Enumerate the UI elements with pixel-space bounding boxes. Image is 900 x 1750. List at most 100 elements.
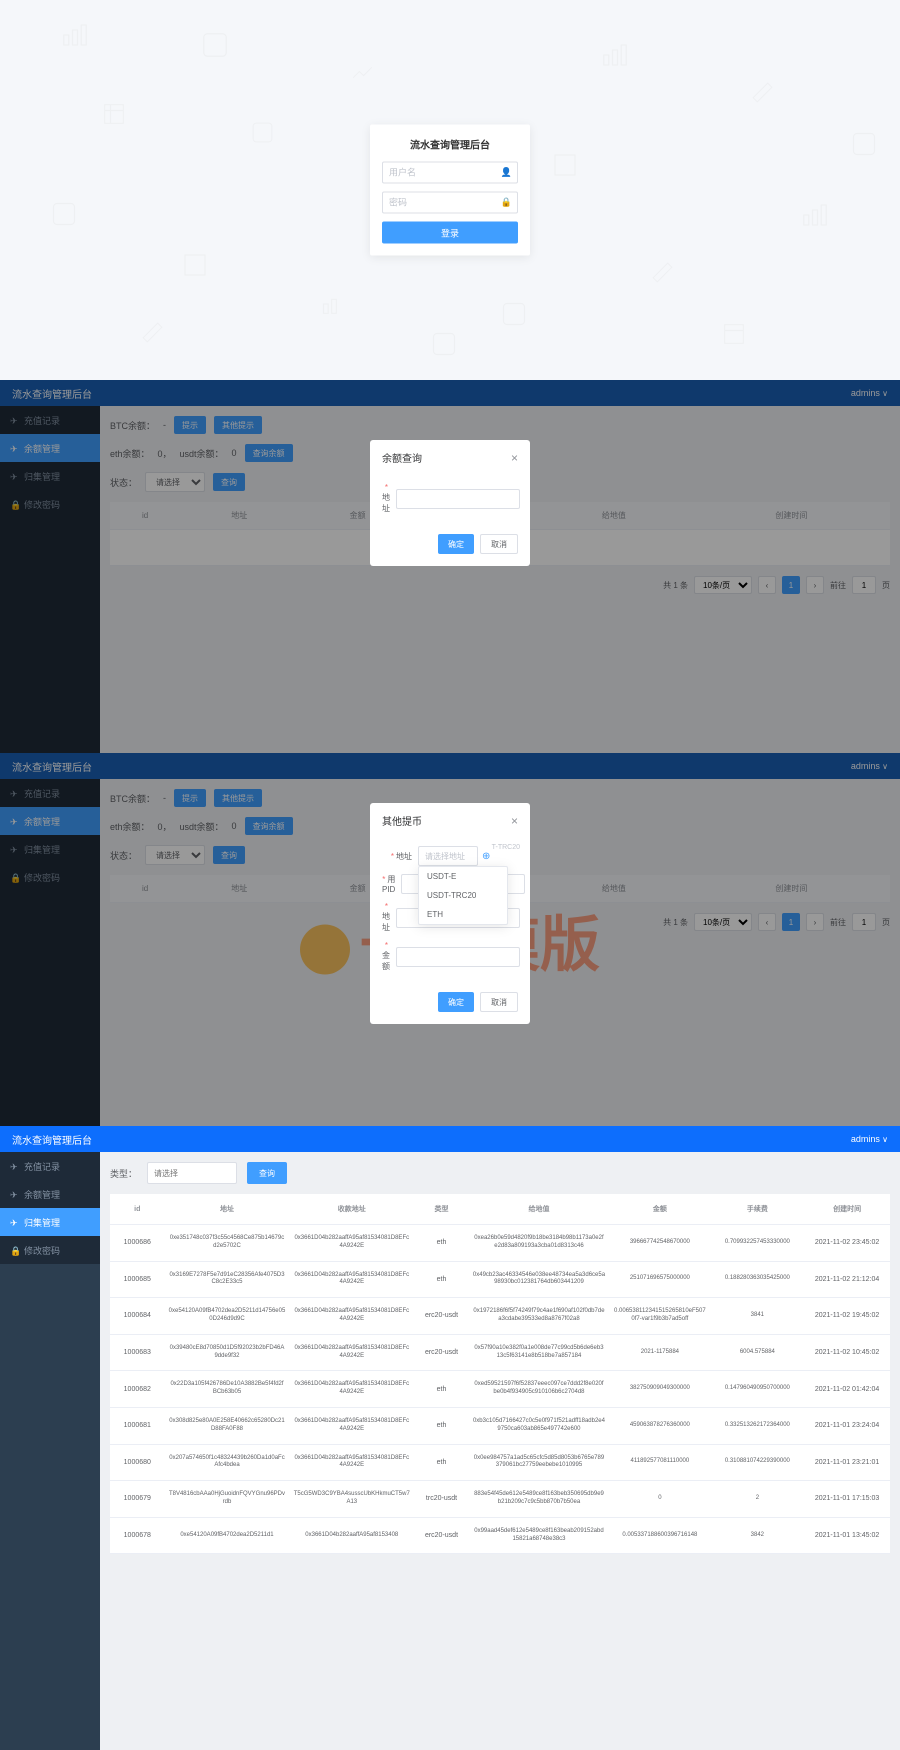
address-label: 地址 bbox=[396, 852, 412, 861]
cell-address: 0x22D3a105f426786De10A3882Be5f4fd2fBCb63… bbox=[165, 1371, 290, 1408]
table-row: 1000683 0x39480cE8d70850d1D5f92023b2bFD4… bbox=[110, 1334, 890, 1371]
modal-title: 余额查询 bbox=[382, 450, 422, 465]
cell-id: 1000681 bbox=[110, 1407, 165, 1444]
cell-amount: 251071696575000000 bbox=[609, 1261, 710, 1298]
cell-time: 2021-11-02 10:45:02 bbox=[804, 1334, 890, 1371]
confirm-button[interactable]: 确定 bbox=[438, 992, 474, 1012]
table-row: 1000686 0xe351748c037f3c55c4568Ce875b146… bbox=[110, 1225, 890, 1262]
cell-address: T8V4816cbAAa0HjGuoidnFQVYGnu96PDvrdb bbox=[165, 1481, 290, 1518]
cell-type: eth bbox=[414, 1407, 469, 1444]
table-row: 1000684 0xe54120A09fB4702dea2D5211d14756… bbox=[110, 1298, 890, 1335]
cell-time: 2021-11-01 13:45:02 bbox=[804, 1517, 890, 1554]
cell-id: 1000682 bbox=[110, 1371, 165, 1408]
login-submit-button[interactable]: 登录 bbox=[382, 222, 518, 244]
admin-screen-withdraw-modal: 一淘模版 流水查询管理后台 admins ✈充值记录 ✈余额管理 ✈归集管理 🔒… bbox=[0, 753, 900, 1126]
cell-recv: 0x3661D04b282aaffA95af81534081D8EFc4A924… bbox=[289, 1334, 414, 1371]
user-menu[interactable]: admins bbox=[851, 1134, 888, 1144]
login-screen: 流水查询管理后台 👤 🔒 登录 bbox=[0, 0, 900, 380]
sidebar-item-balance[interactable]: ✈余额管理 bbox=[0, 1180, 100, 1208]
table-row: 1000678 0xe54120A09fB4702dea2D5211d1 0x3… bbox=[110, 1517, 890, 1554]
th-recv: 收款地址 bbox=[289, 1194, 414, 1225]
cell-time: 2021-11-01 23:24:04 bbox=[804, 1407, 890, 1444]
cell-hash: 883e54f45de612e5489ce8f163beb350695db9e9… bbox=[469, 1481, 609, 1518]
cell-fee: 6004.575884 bbox=[711, 1334, 805, 1371]
cell-id: 1000685 bbox=[110, 1261, 165, 1298]
balance-query-modal: 余额查询 × *地址 确定 取消 bbox=[370, 440, 530, 566]
close-icon[interactable]: × bbox=[511, 814, 518, 828]
topbar: 流水查询管理后台 admins bbox=[0, 1126, 900, 1152]
th-fee: 手续费 bbox=[711, 1194, 805, 1225]
cell-hash: 0x49cb23ac46334546e038ee48734ea5a3d6ce5a… bbox=[469, 1261, 609, 1298]
cell-amount: 0.006538112341515265810eF5070f7-var1f9b3… bbox=[609, 1298, 710, 1335]
cell-fee: 0.709932257453330000 bbox=[711, 1225, 805, 1262]
cell-type: eth bbox=[414, 1261, 469, 1298]
close-icon[interactable]: × bbox=[511, 451, 518, 465]
cancel-button[interactable]: 取消 bbox=[480, 534, 518, 554]
cancel-button[interactable]: 取消 bbox=[480, 992, 518, 1012]
add-icon[interactable]: ⊕ bbox=[482, 851, 490, 862]
cell-time: 2021-11-02 23:45:02 bbox=[804, 1225, 890, 1262]
address-label: 地址 bbox=[382, 493, 390, 513]
search-button[interactable]: 查询 bbox=[247, 1162, 287, 1184]
modal-overlay[interactable] bbox=[0, 380, 900, 753]
dropdown-item-usdttrc20[interactable]: USDT-TRC20 bbox=[419, 886, 507, 905]
sidebar-item-recharge[interactable]: ✈充值记录 bbox=[0, 1152, 100, 1180]
cell-time: 2021-11-02 21:12:04 bbox=[804, 1261, 890, 1298]
login-form: 流水查询管理后台 👤 🔒 登录 bbox=[370, 125, 530, 256]
lock-icon: 🔒 bbox=[501, 197, 512, 208]
table-row: 1000681 0x308d825e80A0E258E40662c65280Dc… bbox=[110, 1407, 890, 1444]
lock-icon: 🔒 bbox=[10, 1246, 18, 1254]
cell-fee: 0.147960490950700000 bbox=[711, 1371, 805, 1408]
cell-type: trc20-usdt bbox=[414, 1481, 469, 1518]
type-hint: T-TRC20 bbox=[492, 844, 520, 851]
cell-address: 0x207a574650f1c48324439b260Da1d0aFcAfc4b… bbox=[165, 1444, 290, 1481]
th-time: 创建时间 bbox=[804, 1194, 890, 1225]
cell-address: 0x308d825e80A0E258E40662c65280Dc21D88FA0… bbox=[165, 1407, 290, 1444]
cell-time: 2021-11-02 19:45:02 bbox=[804, 1298, 890, 1335]
type-filter-label: 类型： bbox=[110, 1167, 137, 1180]
admin-screen-records: 流水查询管理后台 admins ✈充值记录 ✈余额管理 ✈归集管理 🔒修改密码 … bbox=[0, 1126, 900, 1750]
send-icon: ✈ bbox=[10, 1190, 18, 1198]
user-icon: 👤 bbox=[501, 167, 512, 178]
username-input[interactable] bbox=[382, 162, 518, 184]
cell-fee: 2 bbox=[711, 1481, 805, 1518]
cell-amount: 0 bbox=[609, 1481, 710, 1518]
balance-label: 地址 bbox=[382, 912, 390, 932]
cell-amount: 382750909049300000 bbox=[609, 1371, 710, 1408]
dropdown-item-eth[interactable]: ETH bbox=[419, 905, 507, 924]
cell-fee: 0.332513262172364000 bbox=[711, 1407, 805, 1444]
amount-label: 金额 bbox=[382, 951, 390, 971]
sidebar-item-collect[interactable]: ✈归集管理 bbox=[0, 1208, 100, 1236]
th-type: 类型 bbox=[414, 1194, 469, 1225]
cell-recv: 0x3661D04b282aaffA95af81534081D8EFc4A924… bbox=[289, 1261, 414, 1298]
dropdown-item-usdte[interactable]: USDT-E bbox=[419, 867, 507, 886]
cell-amount: 396667742548670000 bbox=[609, 1225, 710, 1262]
sidebar-item-password[interactable]: 🔒修改密码 bbox=[0, 1236, 100, 1264]
cell-hash: 0x0ee984757a1ad5c65cfc5d85d8053b6765e789… bbox=[469, 1444, 609, 1481]
address-input[interactable] bbox=[396, 489, 520, 509]
th-address: 地址 bbox=[165, 1194, 290, 1225]
modal-title: 其他提币 bbox=[382, 813, 422, 828]
amount-input[interactable] bbox=[396, 947, 520, 967]
content-area: 类型： 查询 id 地址 收款地址 类型 给地值 金额 手续费 创建时间 100… bbox=[100, 1126, 900, 1750]
cell-address: 0x3169E7278F5e7d91eC28356Afe4075D3C8c2E3… bbox=[165, 1261, 290, 1298]
password-input[interactable] bbox=[382, 192, 518, 214]
address-select[interactable] bbox=[418, 846, 478, 866]
cell-amount: 411892577081110000 bbox=[609, 1444, 710, 1481]
cell-type: eth bbox=[414, 1371, 469, 1408]
cell-type: eth bbox=[414, 1225, 469, 1262]
cell-amount: 459063878276360000 bbox=[609, 1407, 710, 1444]
login-title: 流水查询管理后台 bbox=[382, 137, 518, 152]
cell-fee: 3842 bbox=[711, 1517, 805, 1554]
withdraw-modal: 其他提币 × T-TRC20 *地址 ⊕ *用PID *地址 *金额 bbox=[370, 803, 530, 1024]
confirm-button[interactable]: 确定 bbox=[438, 534, 474, 554]
th-id: id bbox=[110, 1194, 165, 1225]
type-filter-select[interactable] bbox=[147, 1162, 237, 1184]
cell-fee: 3841 bbox=[711, 1298, 805, 1335]
th-amount: 金额 bbox=[609, 1194, 710, 1225]
cell-hash: 0xea26b0e59d4820f9b18be3184b98b1173a0e2f… bbox=[469, 1225, 609, 1262]
th-hash: 给地值 bbox=[469, 1194, 609, 1225]
cell-address: 0xe54120A09fB4702dea2D5211d1 bbox=[165, 1517, 290, 1554]
cell-fee: 0.188280363035425000 bbox=[711, 1261, 805, 1298]
table-row: 1000679 T8V4816cbAAa0HjGuoidnFQVYGnu96PD… bbox=[110, 1481, 890, 1518]
